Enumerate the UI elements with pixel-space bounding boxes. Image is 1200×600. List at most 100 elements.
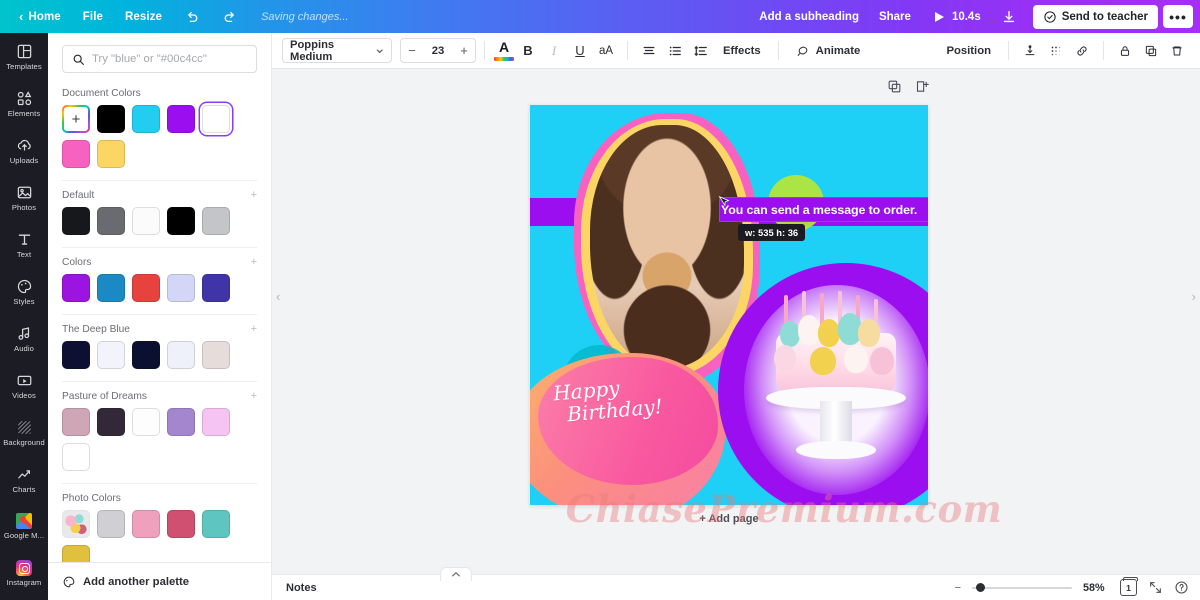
color-swatch-black[interactable] (97, 105, 125, 133)
zoom-slider-knob[interactable] (976, 583, 985, 592)
color-swatch-gold[interactable] (62, 545, 90, 562)
color-swatch-black[interactable] (167, 207, 195, 235)
notes-label[interactable]: Notes (286, 582, 317, 594)
sidebar-item-google-maps[interactable]: Google M... (0, 503, 48, 550)
color-swatch-light-gray[interactable] (202, 207, 230, 235)
color-swatch-blue[interactable] (97, 274, 125, 302)
undo-button[interactable] (173, 4, 211, 30)
page-count-button[interactable]: 1 (1120, 577, 1138, 596)
arrange-button[interactable] (1017, 38, 1043, 64)
palette-add-color-button[interactable]: + (251, 257, 257, 268)
zoom-out-button[interactable]: − (955, 582, 961, 594)
color-swatch-red[interactable] (132, 274, 160, 302)
sidebar-item-videos[interactable]: Videos (0, 362, 48, 409)
color-swatch-pale-blue[interactable] (167, 341, 195, 369)
color-search-input[interactable] (92, 53, 247, 65)
sidebar-item-background[interactable]: Background (0, 409, 48, 456)
color-swatch-dusty-rose[interactable] (62, 408, 90, 436)
color-swatch-violet[interactable] (62, 274, 90, 302)
send-to-teacher-button[interactable]: Send to teacher (1032, 4, 1158, 29)
sidebar-item-elements[interactable]: Elements (0, 80, 48, 127)
sidebar-item-templates[interactable]: Templates (0, 33, 48, 80)
color-swatch-blush-gray[interactable] (202, 341, 230, 369)
effects-button[interactable]: Effects (714, 40, 770, 62)
color-swatch-purple[interactable] (167, 105, 195, 133)
color-swatch-light-gray[interactable] (97, 510, 125, 538)
color-swatch-off-white[interactable] (132, 207, 160, 235)
palette-add-color-button[interactable]: + (251, 324, 257, 335)
color-swatch-light-pink[interactable] (202, 408, 230, 436)
present-button[interactable]: 10.4s (921, 4, 991, 30)
color-swatch-white-2[interactable] (62, 443, 90, 471)
font-size-value[interactable]: 23 (423, 45, 453, 57)
color-swatch-photo-thumb[interactable] (62, 510, 90, 538)
animate-button[interactable]: Animate (787, 39, 870, 63)
color-swatch-teal[interactable] (202, 510, 230, 538)
stage-prev-arrow[interactable]: ‹ (276, 289, 280, 304)
color-swatch-crimson[interactable] (167, 510, 195, 538)
position-button[interactable]: Position (937, 40, 1000, 62)
palette-add-color-button[interactable]: + (251, 391, 257, 402)
color-swatch-lavender[interactable] (167, 274, 195, 302)
color-swatch-midnight[interactable] (132, 341, 160, 369)
color-swatch-cyan[interactable] (132, 105, 160, 133)
stage-next-arrow[interactable]: › (1192, 289, 1196, 304)
add-page-after-icon[interactable] (915, 79, 930, 94)
share-button[interactable]: Share (869, 6, 921, 28)
list-button[interactable] (662, 38, 688, 64)
color-swatch-navy[interactable] (62, 341, 90, 369)
align-button[interactable] (636, 38, 662, 64)
sidebar-item-instagram[interactable]: Instagram (0, 550, 48, 597)
download-button[interactable] (991, 4, 1027, 30)
add-subheading-button[interactable]: Add a subheading (749, 6, 869, 28)
zoom-percent[interactable]: 58% (1083, 582, 1109, 594)
expand-icon[interactable] (1148, 580, 1163, 595)
color-swatch-white[interactable] (202, 105, 230, 133)
palette-add-color-button[interactable]: + (251, 190, 257, 201)
sidebar-item-styles[interactable]: Styles (0, 268, 48, 315)
font-family-select[interactable]: Poppins Medium (282, 38, 392, 63)
duplicate-page-icon[interactable] (887, 79, 902, 94)
sidebar-item-charts[interactable]: Charts (0, 456, 48, 503)
zoom-slider[interactable] (972, 583, 1072, 592)
sidebar-item-uploads[interactable]: Uploads (0, 127, 48, 174)
add-palette-button[interactable]: Add another palette (48, 562, 271, 600)
menu-file[interactable]: File (72, 6, 114, 28)
color-swatch-dark-plum[interactable] (97, 408, 125, 436)
bold-button[interactable]: B (515, 38, 541, 64)
color-search-box[interactable] (62, 45, 257, 73)
font-size-decrease[interactable]: − (401, 39, 423, 62)
home-button[interactable]: ‹ Home (8, 5, 72, 28)
text-color-button[interactable]: A (493, 39, 515, 62)
selected-text-element[interactable]: You can send a message to order. (719, 197, 928, 222)
color-swatch-gray[interactable] (97, 207, 125, 235)
more-options-button[interactable]: ••• (1163, 5, 1193, 28)
color-swatch-yellow[interactable] (97, 140, 125, 168)
color-swatch-pink[interactable] (62, 140, 90, 168)
sidebar-item-photos[interactable]: Photos (0, 174, 48, 221)
collapse-notes-tab[interactable] (440, 567, 472, 581)
cake-image[interactable] (758, 291, 914, 477)
help-icon[interactable] (1174, 580, 1189, 595)
color-swatch-ghost-white[interactable] (97, 341, 125, 369)
sidebar-item-audio[interactable]: Audio (0, 315, 48, 362)
color-swatch-indigo[interactable] (202, 274, 230, 302)
spacing-button[interactable] (688, 38, 714, 64)
color-swatch-white[interactable] (132, 408, 160, 436)
font-size-increase[interactable]: + (453, 39, 475, 62)
design-page[interactable]: You can send a message to order. w: 535 … (530, 105, 928, 505)
color-swatch-add-color[interactable]: + (62, 105, 90, 133)
transparency-button[interactable] (1043, 38, 1069, 64)
color-swatch-mauve[interactable] (167, 408, 195, 436)
add-page-button[interactable]: + Add page (530, 513, 928, 525)
delete-button[interactable] (1164, 38, 1190, 64)
color-swatch-pink[interactable] (132, 510, 160, 538)
link-button[interactable] (1069, 38, 1095, 64)
underline-button[interactable]: U (567, 38, 593, 64)
lock-button[interactable] (1112, 38, 1138, 64)
menu-resize[interactable]: Resize (114, 6, 173, 28)
color-swatch-near-black[interactable] (62, 207, 90, 235)
redo-button[interactable] (211, 4, 249, 30)
sidebar-item-text[interactable]: Text (0, 221, 48, 268)
letter-case-button[interactable]: aA (593, 38, 619, 64)
